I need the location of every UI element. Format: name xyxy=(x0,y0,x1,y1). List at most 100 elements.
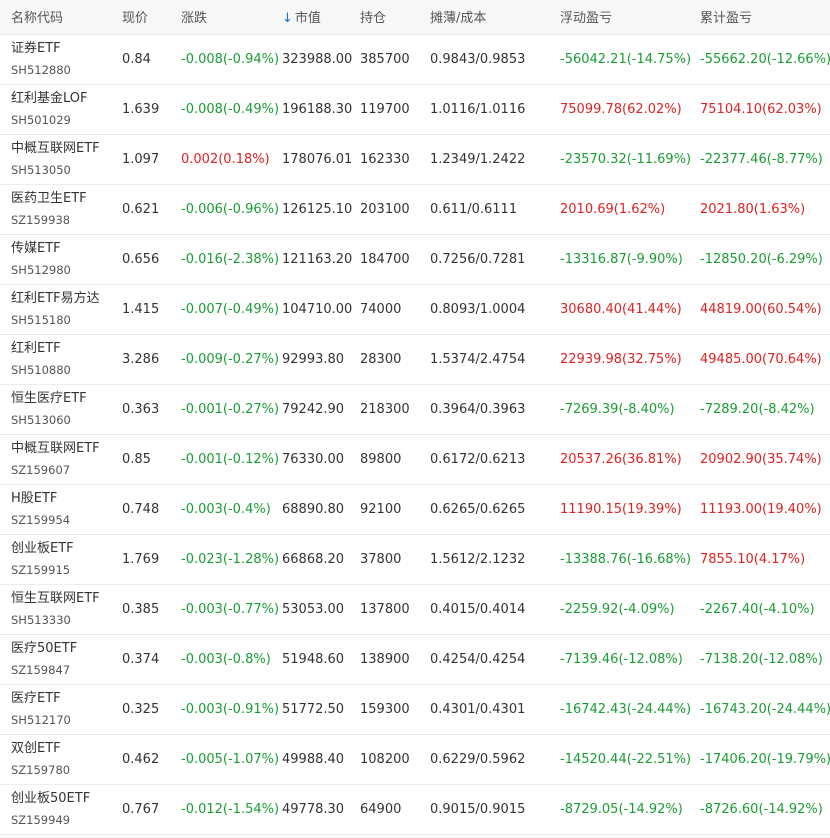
security-cell[interactable]: 恒生互联网ETF SH513330 xyxy=(0,584,111,634)
table-row[interactable]: H股ETF SZ159954 0.748 -0.003(-0.4%) 68890.80 9… xyxy=(0,484,830,534)
holding-cell: 92100 xyxy=(360,501,402,517)
table-row[interactable]: 恒生互联网ETF SH513330 0.385 -0.003(-0.77%) 53053… xyxy=(0,584,830,634)
header-market-value[interactable]: ↓ 市值 xyxy=(271,0,349,35)
security-cell[interactable]: 红利ETF SH510880 xyxy=(0,334,111,384)
security-cell[interactable]: 中概互联网ETF SH513050 xyxy=(0,134,111,184)
price-cell: 1.097 xyxy=(122,151,160,167)
market-value-cell: 49778.30 xyxy=(282,801,345,817)
holding-cell: 162330 xyxy=(360,151,410,167)
security-code: SZ159780 xyxy=(11,762,71,777)
cost-cell: 0.9015/0.9015 xyxy=(430,801,526,817)
header-row: 名称代码 现价 涨跌 ↓ 市值 持仓 摊薄/成本 浮动盈亏 累计盈亏 xyxy=(0,0,830,35)
security-code: SH515180 xyxy=(11,312,71,327)
market-value-cell: 51772.50 xyxy=(282,701,345,717)
price-cell: 1.639 xyxy=(122,101,160,117)
float-pl-cell: -7139.46(-12.08%) xyxy=(560,651,683,667)
security-code: SH512880 xyxy=(11,62,71,77)
cum-pl-cell: -17406.20(-19.79%) xyxy=(700,751,830,767)
security-cell[interactable]: 红利基金LOF SH501029 xyxy=(0,84,111,134)
cost-cell: 0.4254/0.4254 xyxy=(430,651,526,667)
price-cell: 0.621 xyxy=(122,201,160,217)
table-row[interactable]: 传媒ETF SH512980 0.656 -0.016(-2.38%) 121163.2… xyxy=(0,234,830,284)
table-row[interactable]: 双创ETF SZ159780 0.462 -0.005(-1.07%) 49988.40… xyxy=(0,734,830,784)
security-cell[interactable]: 红利ETF易方达 SH515180 xyxy=(0,284,111,334)
float-pl-cell: 20537.26(36.81%) xyxy=(560,451,682,467)
security-code: SZ159938 xyxy=(11,212,71,227)
market-value-cell: 196188.30 xyxy=(282,101,353,117)
table-row[interactable]: 医疗ETF SH512170 0.325 -0.003(-0.91%) 51772.50… xyxy=(0,684,830,734)
holdings-table: 名称代码 现价 涨跌 ↓ 市值 持仓 摊薄/成本 浮动盈亏 累计盈亏 证券ETF S… xyxy=(0,0,830,835)
table-row[interactable]: 医疗50ETF SZ159847 0.374 -0.003(-0.8%) 51948.6… xyxy=(0,634,830,684)
holding-cell: 74000 xyxy=(360,301,402,317)
change-cell: -0.005(-1.07%) xyxy=(181,751,280,767)
cum-pl-cell: 75104.10(62.03%) xyxy=(700,101,822,117)
security-cell[interactable]: 医疗50ETF SZ159847 xyxy=(0,634,111,684)
price-cell: 3.286 xyxy=(122,351,160,367)
cum-pl-cell: 7855.10(4.17%) xyxy=(700,551,806,567)
cum-pl-cell: -2267.40(-4.10%) xyxy=(700,601,815,617)
security-cell[interactable]: 医疗ETF SH512170 xyxy=(0,684,111,734)
security-cell[interactable]: 恒生医疗ETF SH513060 xyxy=(0,384,111,434)
header-price[interactable]: 现价 xyxy=(111,0,170,35)
change-cell: -0.012(-1.54%) xyxy=(181,801,280,817)
float-pl-cell: -56042.21(-14.75%) xyxy=(560,51,692,67)
security-cell[interactable]: 双创ETF SZ159780 xyxy=(0,734,111,784)
header-change[interactable]: 涨跌 xyxy=(170,0,271,35)
security-cell[interactable]: 中概互联网ETF SZ159607 xyxy=(0,434,111,484)
market-value-cell: 66868.20 xyxy=(282,551,345,567)
table-row[interactable]: 医药卫生ETF SZ159938 0.621 -0.006(-0.96%) 126125… xyxy=(0,184,830,234)
holding-cell: 218300 xyxy=(360,401,410,417)
table-row[interactable]: 中概互联网ETF SZ159607 0.85 -0.001(-0.12%) 76330.… xyxy=(0,434,830,484)
header-cost[interactable]: 摊薄/成本 xyxy=(419,0,549,35)
security-cell[interactable]: 传媒ETF SH512980 xyxy=(0,234,111,284)
security-cell[interactable]: H股ETF SZ159954 xyxy=(0,484,111,534)
float-pl-cell: -23570.32(-11.69%) xyxy=(560,151,692,167)
price-cell: 0.325 xyxy=(122,701,160,717)
table-row[interactable]: 证券ETF SH512880 0.84 -0.008(-0.94%) 323988.00… xyxy=(0,34,830,84)
security-name: 传媒ETF xyxy=(11,240,61,256)
header-cum-pl[interactable]: 累计盈亏 xyxy=(689,0,830,35)
security-code: SH512980 xyxy=(11,262,71,277)
header-holding[interactable]: 持仓 xyxy=(349,0,419,35)
cost-cell: 0.4015/0.4014 xyxy=(430,601,526,617)
float-pl-cell: -13316.87(-9.90%) xyxy=(560,251,683,267)
security-cell[interactable]: 创业板50ETF SZ159949 xyxy=(0,784,111,834)
cum-pl-cell: -7138.20(-12.08%) xyxy=(700,651,823,667)
change-cell: -0.003(-0.91%) xyxy=(181,701,280,717)
security-name: 创业板50ETF xyxy=(11,790,91,806)
table-header: 名称代码 现价 涨跌 ↓ 市值 持仓 摊薄/成本 浮动盈亏 累计盈亏 xyxy=(0,0,830,35)
security-cell[interactable]: 医药卫生ETF SZ159938 xyxy=(0,184,111,234)
cum-pl-cell: 11193.00(19.40%) xyxy=(700,501,822,517)
holding-cell: 159300 xyxy=(360,701,410,717)
header-float-pl[interactable]: 浮动盈亏 xyxy=(549,0,689,35)
sort-desc-icon: ↓ xyxy=(282,11,293,27)
change-cell: -0.023(-1.28%) xyxy=(181,551,280,567)
change-cell: -0.006(-0.96%) xyxy=(181,201,280,217)
cum-pl-cell: -7289.20(-8.42%) xyxy=(700,401,815,417)
price-cell: 1.415 xyxy=(122,301,160,317)
table-row[interactable]: 红利基金LOF SH501029 1.639 -0.008(-0.49%) 196188… xyxy=(0,84,830,134)
security-code: SZ159915 xyxy=(11,562,71,577)
table-row[interactable]: 创业板50ETF SZ159949 0.767 -0.012(-1.54%) 49778… xyxy=(0,784,830,834)
price-cell: 0.385 xyxy=(122,601,160,617)
price-cell: 1.769 xyxy=(122,551,160,567)
table-row[interactable]: 红利ETF易方达 SH515180 1.415 -0.007(-0.49%) 10471… xyxy=(0,284,830,334)
float-pl-cell: -7269.39(-8.40%) xyxy=(560,401,675,417)
table-row[interactable]: 红利ETF SH510880 3.286 -0.009(-0.27%) 92993.80… xyxy=(0,334,830,384)
cum-pl-cell: -12850.20(-6.29%) xyxy=(700,251,823,267)
market-value-cell: 178076.01 xyxy=(282,151,353,167)
cost-cell: 0.3964/0.3963 xyxy=(430,401,526,417)
holding-cell: 89800 xyxy=(360,451,402,467)
security-cell[interactable]: 证券ETF SH512880 xyxy=(0,34,111,84)
security-name: 双创ETF xyxy=(11,740,61,756)
cost-cell: 1.5374/2.4754 xyxy=(430,351,526,367)
security-code: SZ159949 xyxy=(11,812,71,827)
table-row[interactable]: 创业板ETF SZ159915 1.769 -0.023(-1.28%) 66868.2… xyxy=(0,534,830,584)
security-name: 中概互联网ETF xyxy=(11,440,100,456)
table-row[interactable]: 恒生医疗ETF SH513060 0.363 -0.001(-0.27%) 79242.… xyxy=(0,384,830,434)
table-row[interactable]: 中概互联网ETF SH513050 1.097 0.002(0.18%) 178076.… xyxy=(0,134,830,184)
security-name: 红利ETF易方达 xyxy=(11,290,100,306)
security-cell[interactable]: 创业板ETF SZ159915 xyxy=(0,534,111,584)
header-name[interactable]: 名称代码 xyxy=(0,0,111,35)
cost-cell: 1.5612/2.1232 xyxy=(430,551,526,567)
